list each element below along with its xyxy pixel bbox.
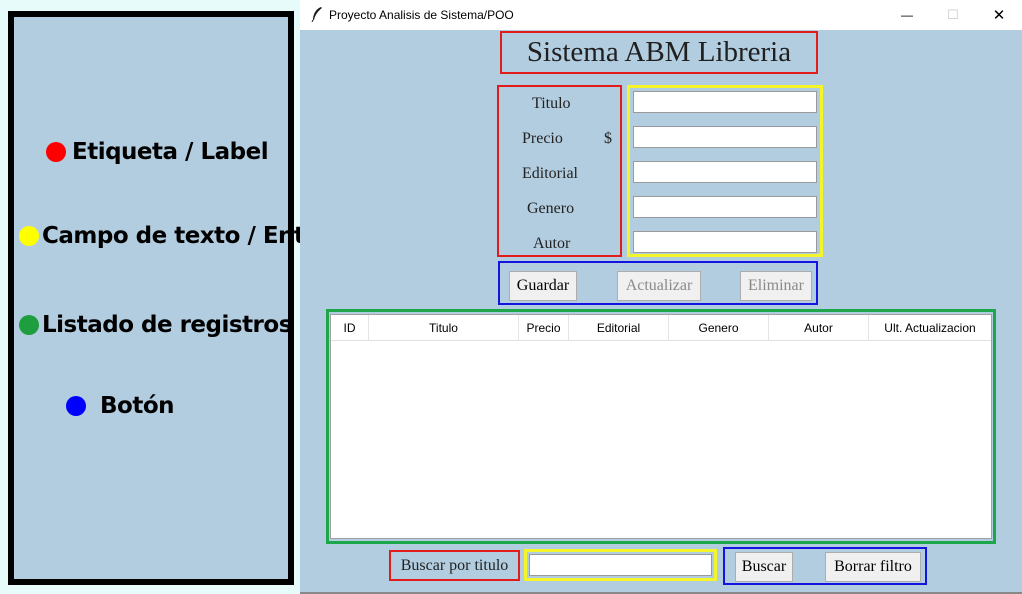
legend-item-entry: Campo de texto / Entry: [19, 223, 330, 249]
form-entries-group: [627, 85, 823, 257]
genero-field[interactable]: [633, 196, 817, 218]
search-buttons-group: Buscar Borrar filtro: [723, 547, 927, 585]
search-entry-group: [524, 549, 717, 581]
form-buttons-group: Guardar Actualizar Eliminar: [498, 261, 818, 305]
guardar-button[interactable]: Guardar: [509, 271, 577, 301]
minimize-button[interactable]: —: [884, 0, 930, 30]
legend-button-text: Botón: [100, 393, 175, 419]
editorial-field[interactable]: [633, 161, 817, 183]
precio-field[interactable]: [633, 126, 817, 148]
autor-field[interactable]: [633, 231, 817, 253]
yellow-dot-icon: [19, 226, 39, 246]
actualizar-button[interactable]: Actualizar: [617, 271, 701, 301]
genero-label: Genero: [527, 200, 575, 217]
records-list-group: ID Titulo Precio Editorial Genero Autor …: [326, 309, 996, 544]
precio-label: Precio: [522, 130, 563, 147]
column-header-genero[interactable]: Genero: [669, 315, 769, 340]
records-table[interactable]: ID Titulo Precio Editorial Genero Autor …: [330, 314, 992, 539]
autor-label: Autor: [533, 235, 571, 252]
maximize-icon: ☐: [947, 7, 959, 22]
column-header-ult-actualizacion[interactable]: Ult. Actualizacion: [869, 315, 991, 340]
table-header: ID Titulo Precio Editorial Genero Autor …: [331, 315, 991, 341]
legend-label-text: Etiqueta / Label: [72, 139, 269, 165]
legend-panel: Etiqueta / Label Campo de texto / Entry …: [8, 11, 330, 585]
column-header-id[interactable]: ID: [331, 315, 369, 340]
title-bar[interactable]: Proyecto Analisis de Sistema/POO — ☐ ✕: [300, 0, 1022, 30]
buscar-button[interactable]: Buscar: [735, 552, 793, 582]
minimize-icon: —: [901, 8, 913, 22]
blue-dot-icon: [66, 396, 86, 416]
eliminar-button[interactable]: Eliminar: [740, 271, 812, 301]
app-window: Proyecto Analisis de Sistema/POO — ☐ ✕ S…: [300, 0, 1022, 594]
titulo-label: Titulo: [532, 95, 571, 112]
column-header-titulo[interactable]: Titulo: [369, 315, 519, 340]
legend-entry-text: Campo de texto / Entry: [42, 223, 330, 249]
green-dot-icon: [19, 315, 39, 335]
legend-item-label: Etiqueta / Label: [46, 139, 269, 165]
legend-item-list: Listado de registros: [19, 312, 292, 338]
column-header-editorial[interactable]: Editorial: [569, 315, 669, 340]
close-button[interactable]: ✕: [976, 0, 1022, 30]
search-label: Buscar por titulo: [389, 550, 520, 581]
search-input[interactable]: [529, 554, 712, 576]
app-title: Sistema ABM Libreria: [500, 31, 818, 74]
currency-label: $: [604, 130, 612, 147]
titulo-field[interactable]: [633, 91, 817, 113]
column-header-precio[interactable]: Precio: [519, 315, 569, 340]
legend-list-text: Listado de registros: [42, 312, 292, 338]
window-title: Proyecto Analisis de Sistema/POO: [329, 8, 514, 22]
editorial-label: Editorial: [522, 165, 578, 182]
red-dot-icon: [46, 142, 66, 162]
borrar-filtro-button[interactable]: Borrar filtro: [825, 552, 921, 582]
feather-icon: [311, 7, 322, 22]
legend-item-button: Botón: [66, 393, 175, 419]
close-icon: ✕: [992, 7, 1006, 24]
maximize-button[interactable]: ☐: [930, 0, 976, 30]
column-header-autor[interactable]: Autor: [769, 315, 869, 340]
form-labels-group: Titulo Precio $ Editorial Genero Autor: [497, 85, 622, 257]
